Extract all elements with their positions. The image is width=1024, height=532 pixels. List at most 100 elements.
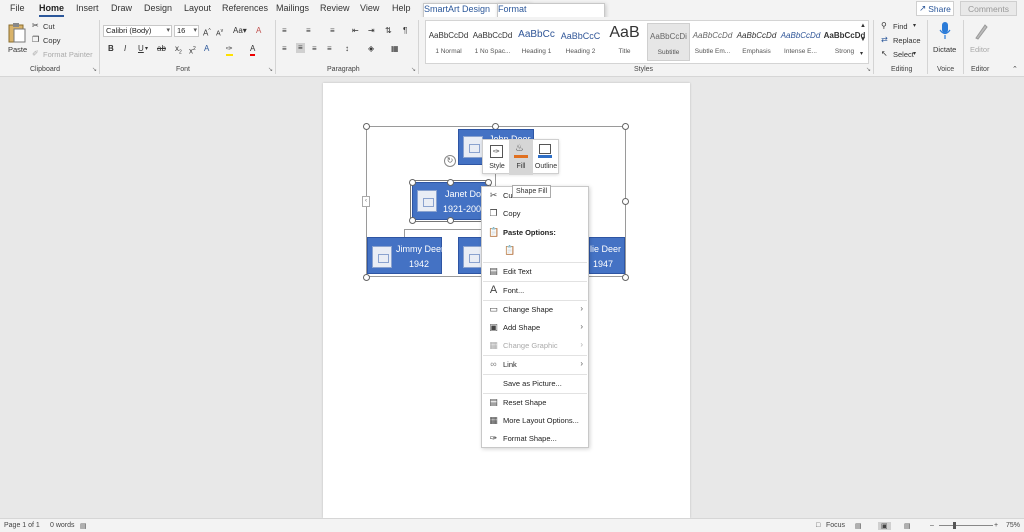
- collapse-ribbon-icon[interactable]: ⌃: [1012, 65, 1018, 75]
- font-name-select[interactable]: Calibri (Body) ▾: [103, 25, 172, 37]
- web-layout-icon[interactable]: ▤: [904, 522, 911, 530]
- clipboard-launcher-icon[interactable]: ↘: [92, 65, 97, 75]
- bullets-icon[interactable]: ≡: [282, 26, 287, 36]
- dictate-button[interactable]: Dictate: [932, 20, 958, 60]
- share-button[interactable]: ↗ Share: [916, 1, 954, 16]
- menu-item-font[interactable]: A Font...: [482, 282, 588, 299]
- change-case-button[interactable]: Aa▾: [233, 26, 247, 36]
- line-spacing-icon[interactable]: ↕: [345, 44, 349, 54]
- bold-icon[interactable]: B: [108, 44, 114, 54]
- resize-handle[interactable]: [363, 123, 370, 130]
- grow-font-icon[interactable]: A^: [203, 26, 211, 39]
- paste-button[interactable]: Paste: [6, 20, 28, 60]
- italic-icon[interactable]: I: [124, 44, 126, 54]
- shape-handle[interactable]: [447, 217, 454, 224]
- style-button[interactable]: ✑ Style: [485, 140, 509, 175]
- read-mode-icon[interactable]: ▤: [855, 522, 862, 530]
- styles-launcher-icon[interactable]: ↘: [866, 65, 871, 75]
- smartart-shape-right[interactable]: lie Deer 1947: [589, 237, 625, 274]
- show-formatting-icon[interactable]: ¶: [403, 26, 407, 36]
- superscript-icon[interactable]: x2: [189, 44, 196, 57]
- style-subtle-emphasis[interactable]: AaBbCcDd Subtle Em...: [691, 23, 734, 61]
- text-pane-toggle[interactable]: ‹: [362, 196, 370, 207]
- tab-design[interactable]: Design: [144, 3, 172, 13]
- zoom-slider-thumb[interactable]: [953, 522, 956, 529]
- borders-icon[interactable]: ▦: [391, 44, 399, 54]
- menu-item-edit-text[interactable]: ▤ Edit Text: [482, 263, 588, 280]
- focus-icon[interactable]: □: [816, 522, 820, 529]
- shape-handle[interactable]: [447, 179, 454, 186]
- menu-item-save-as-picture[interactable]: Save as Picture...: [482, 375, 588, 392]
- smartart-shape-selected[interactable]: Janet Doe 1921-200: [410, 180, 491, 222]
- decrease-indent-icon[interactable]: ⇤: [352, 26, 359, 36]
- paragraph-launcher-icon[interactable]: ↘: [411, 65, 416, 75]
- zoom-in-icon[interactable]: +: [994, 522, 998, 529]
- zoom-slider[interactable]: [939, 525, 993, 526]
- menu-item-change-shape[interactable]: ▭ Change Shape ›: [482, 301, 588, 318]
- tab-draw[interactable]: Draw: [111, 3, 132, 13]
- tab-layout[interactable]: Layout: [184, 3, 211, 13]
- shape-handle[interactable]: [409, 217, 416, 224]
- underline-icon[interactable]: U: [138, 44, 144, 54]
- proofing-icon[interactable]: ▤: [80, 522, 87, 530]
- shading-icon[interactable]: ◈: [368, 44, 374, 54]
- comments-button[interactable]: Comments: [960, 1, 1017, 16]
- font-color-icon[interactable]: A: [250, 44, 256, 56]
- style-normal[interactable]: AaBbCcDd 1 Normal: [427, 23, 470, 61]
- word-count[interactable]: 0 words: [50, 522, 75, 529]
- tab-file[interactable]: File: [10, 3, 25, 13]
- style-heading-2[interactable]: AaBbCcC Heading 2: [559, 23, 602, 61]
- fill-button[interactable]: ♨ Fill: [509, 140, 533, 175]
- menu-item-add-shape[interactable]: ▣ Add Shape ›: [482, 319, 588, 336]
- strikethrough-icon[interactable]: ab: [157, 44, 166, 54]
- smartart-shape-left[interactable]: Jimmy Deer 1942: [367, 237, 444, 274]
- subscript-icon[interactable]: x2: [175, 44, 182, 58]
- style-title[interactable]: AaB Title: [603, 23, 646, 61]
- menu-item-more-layout-options[interactable]: ▦ More Layout Options...: [482, 412, 588, 429]
- select-button[interactable]: ↖ Select ▾: [881, 49, 921, 60]
- menu-item-reset-shape[interactable]: ▤ Reset Shape: [482, 394, 588, 411]
- align-left-icon[interactable]: ≡: [282, 44, 287, 54]
- tab-references[interactable]: References: [222, 3, 268, 13]
- resize-handle[interactable]: [622, 274, 629, 281]
- tab-mailings[interactable]: Mailings: [276, 3, 309, 13]
- resize-handle[interactable]: [363, 274, 370, 281]
- tab-insert[interactable]: Insert: [76, 3, 99, 13]
- sort-icon[interactable]: ⇅: [385, 26, 392, 36]
- shrink-font-icon[interactable]: Av: [216, 26, 223, 39]
- chevron-down-icon[interactable]: ▾: [145, 44, 148, 54]
- menu-item-link[interactable]: ∞ Link ›: [482, 356, 588, 373]
- replace-button[interactable]: ⇄ Replace: [881, 35, 921, 46]
- shape-handle[interactable]: [485, 179, 492, 186]
- style-emphasis[interactable]: AaBbCcDd Emphasis: [735, 23, 778, 61]
- tab-home[interactable]: Home: [39, 3, 65, 17]
- clear-formatting-icon[interactable]: A: [256, 26, 261, 36]
- numbering-icon[interactable]: ≡: [306, 26, 311, 36]
- resize-handle[interactable]: [622, 198, 629, 205]
- resize-handle[interactable]: [622, 123, 629, 130]
- style-heading-1[interactable]: AaBbCc Heading 1: [515, 23, 558, 61]
- smartart-shape-middle[interactable]: [458, 237, 483, 274]
- style-no-spacing[interactable]: AaBbCcDd 1 No Spac...: [471, 23, 514, 61]
- font-size-select[interactable]: 16 ▾: [174, 25, 199, 37]
- style-intense-emphasis[interactable]: AaBbCcDd Intense E...: [779, 23, 822, 61]
- outline-button[interactable]: Outline: [533, 140, 559, 175]
- tab-view[interactable]: View: [360, 3, 379, 13]
- tab-help[interactable]: Help: [392, 3, 411, 13]
- increase-indent-icon[interactable]: ⇥: [368, 26, 375, 36]
- paste-option-keep-formatting[interactable]: 📋: [482, 242, 588, 259]
- zoom-out-icon[interactable]: –: [930, 522, 934, 529]
- styles-scroll-down-icon[interactable]: ▼: [860, 35, 866, 45]
- menu-item-change-graphic[interactable]: ▦ Change Graphic ›: [482, 337, 588, 354]
- styles-scroll-up-icon[interactable]: ▲: [860, 21, 866, 31]
- multilevel-list-icon[interactable]: ≡: [330, 26, 335, 36]
- rotate-handle-icon[interactable]: ↻: [444, 155, 456, 167]
- styles-more-icon[interactable]: ▾: [860, 49, 863, 59]
- highlight-icon[interactable]: ✑: [226, 44, 233, 56]
- print-layout-icon[interactable]: ▣: [878, 522, 891, 530]
- zoom-level[interactable]: 75%: [1006, 522, 1020, 529]
- focus-label[interactable]: Focus: [826, 522, 845, 529]
- editor-button[interactable]: Editor: [968, 20, 994, 60]
- menu-item-copy[interactable]: ❐ Copy: [482, 205, 588, 222]
- align-center-icon[interactable]: ≡: [296, 43, 305, 53]
